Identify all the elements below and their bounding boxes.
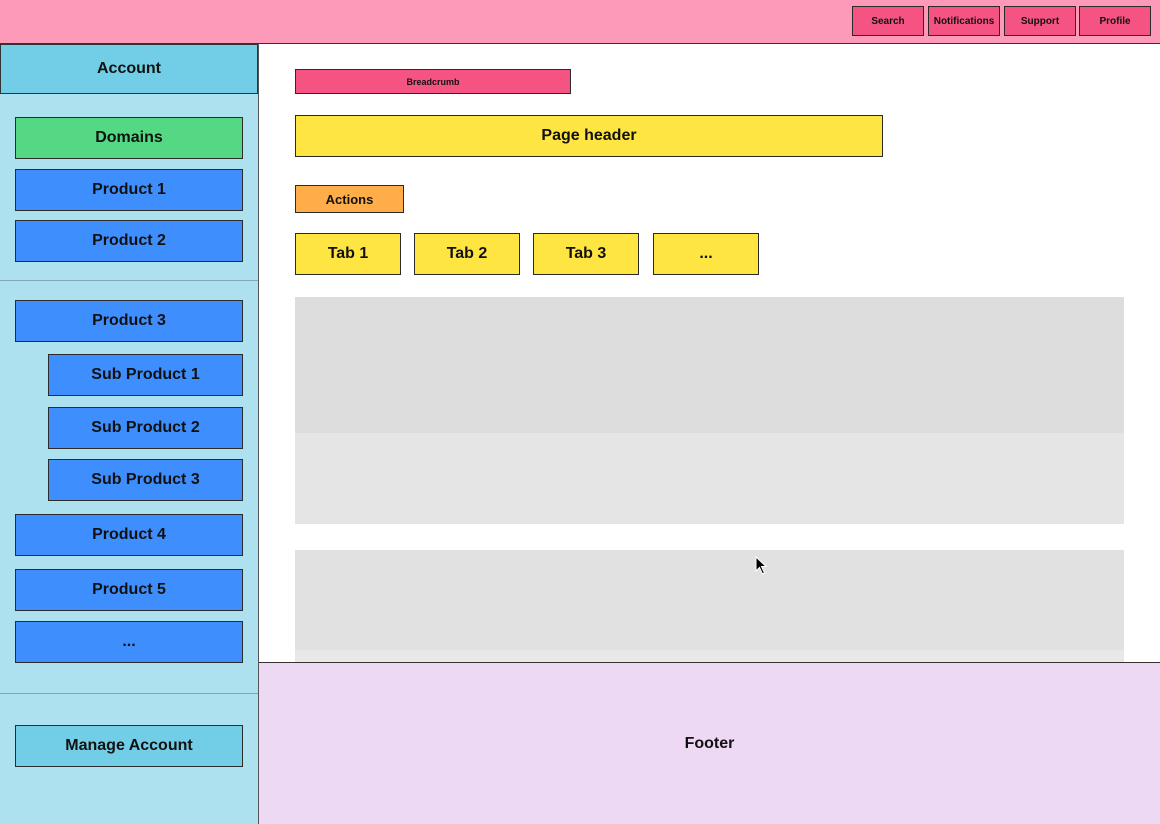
sidebar-item-product-2[interactable]: Product 2 bbox=[15, 220, 243, 262]
footer-label: Footer bbox=[684, 734, 735, 752]
tab-1[interactable]: Tab 1 bbox=[295, 233, 401, 275]
sidebar-item-product-4[interactable]: Product 4 bbox=[15, 514, 243, 556]
content-panel bbox=[295, 550, 1124, 650]
sidebar-item-product-3[interactable]: Product 3 bbox=[15, 300, 243, 342]
top-bar: Search Notifications Support Profile bbox=[0, 0, 1160, 44]
mouse-pointer-icon bbox=[755, 556, 768, 575]
sidebar-item-sub-product-1[interactable]: Sub Product 1 bbox=[48, 354, 243, 396]
content-panel-section bbox=[295, 650, 1124, 662]
sidebar-item-more[interactable]: ... bbox=[15, 621, 243, 663]
sidebar-divider bbox=[0, 280, 258, 281]
page-title: Page header bbox=[295, 115, 883, 157]
tab-3[interactable]: Tab 3 bbox=[533, 233, 639, 275]
content-panel bbox=[295, 297, 1124, 433]
breadcrumb[interactable]: Breadcrumb bbox=[295, 69, 571, 94]
sidebar-header-account: Account bbox=[0, 44, 258, 94]
sidebar-item-sub-product-3[interactable]: Sub Product 3 bbox=[48, 459, 243, 501]
sidebar-divider bbox=[0, 693, 258, 694]
sidebar-item-domains[interactable]: Domains bbox=[15, 117, 243, 159]
tab-2[interactable]: Tab 2 bbox=[414, 233, 520, 275]
notifications-button[interactable]: Notifications bbox=[928, 6, 1000, 36]
manage-account-button[interactable]: Manage Account bbox=[15, 725, 243, 767]
profile-button[interactable]: Profile bbox=[1079, 6, 1151, 36]
sidebar-item-product-1[interactable]: Product 1 bbox=[15, 169, 243, 211]
footer: Footer bbox=[259, 662, 1160, 824]
content-panel-section bbox=[295, 433, 1124, 524]
sidebar: Account Domains Product 1 Product 2 Prod… bbox=[0, 44, 259, 824]
actions-button[interactable]: Actions bbox=[295, 185, 404, 213]
sidebar-item-product-5[interactable]: Product 5 bbox=[15, 569, 243, 611]
tab-more[interactable]: ... bbox=[653, 233, 759, 275]
support-button[interactable]: Support bbox=[1004, 6, 1076, 36]
search-button[interactable]: Search bbox=[852, 6, 924, 36]
sidebar-item-sub-product-2[interactable]: Sub Product 2 bbox=[48, 407, 243, 449]
